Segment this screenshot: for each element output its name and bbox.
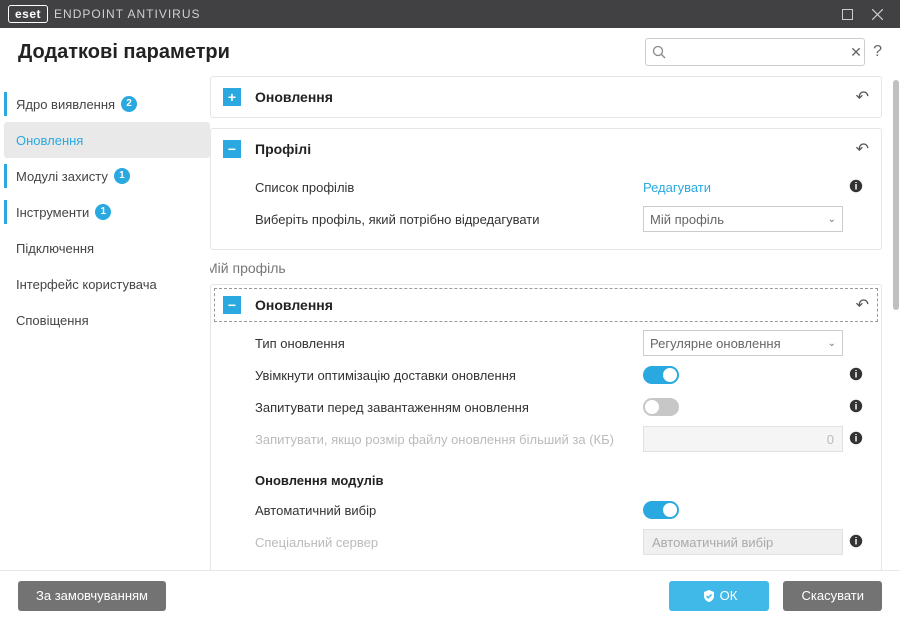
collapse-minus-icon[interactable]: −: [223, 140, 241, 158]
panel-title: Оновлення: [255, 89, 856, 105]
page-title: Додаткові параметри: [18, 41, 645, 64]
custom-server-input: Автоматичний вибір: [643, 529, 843, 555]
update-type-label: Тип оновлення: [255, 336, 643, 351]
scrollbar[interactable]: [892, 76, 900, 570]
my-profile-heading: Мій профіль: [210, 260, 882, 276]
undo-icon[interactable]: ↶: [856, 87, 869, 107]
ask-download-label: Запитувати перед завантаженням оновлення: [255, 400, 643, 415]
undo-icon[interactable]: ↶: [856, 139, 869, 159]
panel-updates-collapsed: + Оновлення ↶: [210, 76, 882, 118]
product-name: ENDPOINT ANTIVIRUS: [54, 7, 200, 21]
panel-profiles: − Профілі ↶ Список профілів Редагувати i…: [210, 128, 882, 250]
default-button[interactable]: За замовчуванням: [18, 581, 166, 611]
svg-text:i: i: [855, 536, 858, 547]
help-button[interactable]: ?: [873, 43, 882, 61]
auto-select-label: Автоматичний вибір: [255, 503, 643, 518]
panel-update-section: − Оновлення ↶ Тип оновлення Регулярне он…: [210, 284, 882, 570]
sidebar-item-label: Підключення: [16, 241, 94, 256]
select-value: Регулярне оновлення: [650, 336, 781, 351]
sidebar-item-detection[interactable]: Ядро виявлення 2: [4, 86, 210, 122]
svg-text:i: i: [855, 401, 858, 412]
expand-plus-icon[interactable]: +: [223, 88, 241, 106]
search-icon: [652, 45, 666, 59]
update-type-select[interactable]: Регулярне оновлення ⌄: [643, 330, 843, 356]
search-input[interactable]: [670, 45, 846, 60]
maximize-icon[interactable]: [832, 0, 862, 28]
auto-select-toggle[interactable]: [643, 501, 679, 519]
sidebar-item-notifications[interactable]: Сповіщення: [4, 302, 210, 338]
panel-title: Профілі: [255, 141, 856, 157]
ok-button[interactable]: ОК: [669, 581, 769, 611]
svg-text:i: i: [855, 433, 858, 444]
panel-header[interactable]: − Оновлення ↶: [211, 285, 881, 325]
close-icon[interactable]: [862, 0, 892, 28]
content-area: + Оновлення ↶ − Профілі ↶ Список профілі…: [210, 76, 900, 570]
info-icon[interactable]: i: [843, 399, 869, 416]
sidebar-item-connection[interactable]: Підключення: [4, 230, 210, 266]
profile-list-label: Список профілів: [255, 180, 643, 195]
sidebar-item-ui[interactable]: Інтерфейс користувача: [4, 266, 210, 302]
info-icon[interactable]: i: [843, 534, 869, 551]
select-value: Мій профіль: [650, 212, 724, 227]
sidebar-item-tools[interactable]: Інструменти 1: [4, 194, 210, 230]
ask-size-label: Запитувати, якщо розмір файлу оновлення …: [255, 432, 643, 447]
ask-download-toggle[interactable]: [643, 398, 679, 416]
brand-logo: eset: [8, 5, 48, 23]
chevron-down-icon: ⌄: [828, 214, 836, 225]
undo-icon[interactable]: ↶: [856, 295, 869, 315]
optimize-label: Увімкнути оптимізацію доставки оновлення: [255, 368, 643, 383]
sidebar-item-label: Сповіщення: [16, 313, 89, 328]
search-box[interactable]: ✕: [645, 38, 865, 66]
cancel-button[interactable]: Скасувати: [783, 581, 882, 611]
clear-search-icon[interactable]: ✕: [850, 44, 862, 61]
modules-heading: Оновлення модулів: [255, 473, 869, 488]
sidebar: Ядро виявлення 2 Оновлення Модулі захист…: [0, 76, 210, 570]
sidebar-badge: 1: [95, 204, 111, 220]
sidebar-item-protection[interactable]: Модулі захисту 1: [4, 158, 210, 194]
sidebar-item-label: Оновлення: [16, 133, 83, 148]
header: Додаткові параметри ✕ ?: [0, 28, 900, 76]
sidebar-item-label: Ядро виявлення: [16, 97, 115, 112]
title-bar: eset ENDPOINT ANTIVIRUS: [0, 0, 900, 28]
sidebar-item-update[interactable]: Оновлення: [4, 122, 210, 158]
panel-header[interactable]: + Оновлення ↶: [211, 77, 881, 117]
footer: За замовчуванням ОК Скасувати: [0, 570, 900, 620]
info-icon[interactable]: i: [843, 431, 869, 448]
info-icon[interactable]: i: [843, 179, 869, 196]
edit-link[interactable]: Редагувати: [643, 180, 711, 195]
svg-text:i: i: [855, 181, 858, 192]
ask-size-input: 0: [643, 426, 843, 452]
profile-select[interactable]: Мій профіль ⌄: [643, 206, 843, 232]
custom-server-label: Спеціальний сервер: [255, 535, 643, 550]
sidebar-badge: 2: [121, 96, 137, 112]
panel-title: Оновлення: [255, 297, 856, 313]
panel-header[interactable]: − Профілі ↶: [211, 129, 881, 169]
optimize-toggle[interactable]: [643, 366, 679, 384]
chevron-down-icon: ⌄: [828, 338, 836, 349]
sidebar-badge: 1: [114, 168, 130, 184]
info-icon[interactable]: i: [843, 367, 869, 384]
sidebar-item-label: Інструменти: [16, 205, 89, 220]
collapse-minus-icon[interactable]: −: [223, 296, 241, 314]
sidebar-item-label: Інтерфейс користувача: [16, 277, 157, 292]
scrollbar-thumb[interactable]: [893, 80, 899, 310]
sidebar-item-label: Модулі захисту: [16, 169, 108, 184]
svg-text:i: i: [855, 369, 858, 380]
select-profile-label: Виберіть профіль, який потрібно відредаг…: [255, 212, 643, 227]
shield-icon: [702, 589, 716, 603]
